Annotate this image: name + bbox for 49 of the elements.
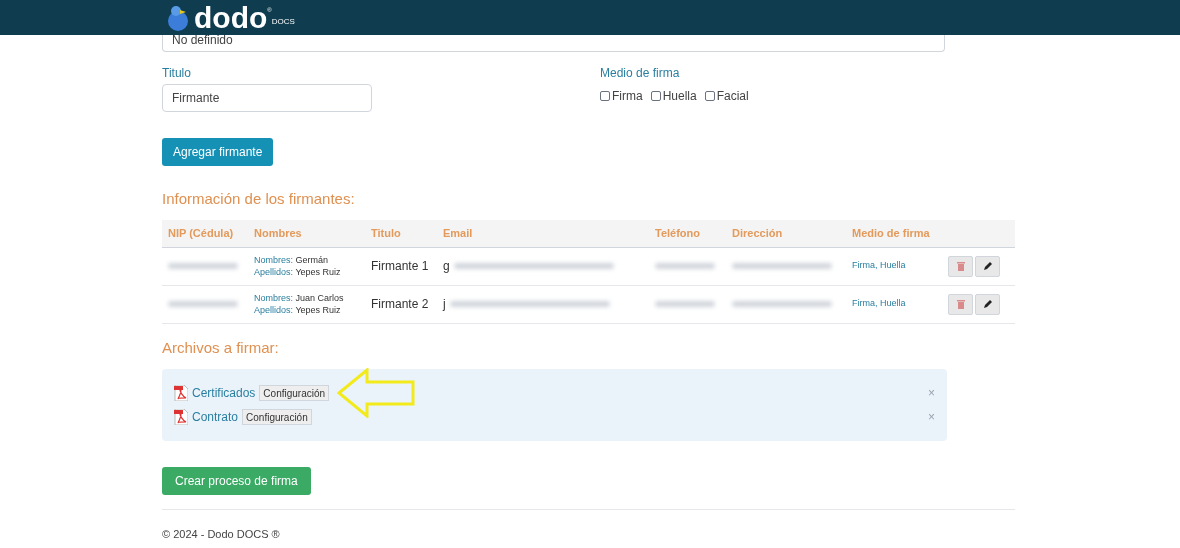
column-header: NIP (Cédula) <box>168 225 235 241</box>
checkbox[interactable] <box>650 91 661 101</box>
column-header: Dirección <box>732 225 784 241</box>
column-header: Medio de firma <box>852 225 931 241</box>
table-cell-text: j <box>443 296 446 313</box>
text-field[interactable]: No definido <box>162 35 945 52</box>
file-link[interactable]: Certificados <box>192 384 256 402</box>
first-name: Nombres: Germán <box>254 254 330 266</box>
logo-subtext: DOCS <box>271 16 295 28</box>
field-label: Titulo <box>162 65 192 82</box>
table-cell-text: Firma, Huella <box>852 297 907 311</box>
first-name: Nombres: Juan Carlos <box>254 292 345 304</box>
table-cell-text: Firmante 1 <box>371 258 430 275</box>
column-header: Teléfono <box>655 225 701 241</box>
trash-icon <box>956 299 965 309</box>
blurred-text <box>168 301 238 307</box>
table-cell-text: Firma, Huella <box>852 259 907 273</box>
column-header: Titulo <box>371 225 402 241</box>
pencil-icon <box>983 299 992 309</box>
checkbox-option[interactable]: Facial <box>704 87 749 105</box>
table-cell-text: g <box>443 258 450 275</box>
title-field[interactable]: Firmante <box>162 84 372 112</box>
checkbox-option[interactable]: Huella <box>650 87 697 105</box>
last-name: Apellidos: Yepes Ruiz <box>254 304 342 316</box>
trash-icon <box>956 261 965 271</box>
pdf-file-icon <box>174 409 188 425</box>
configuration-button[interactable]: Configuración <box>259 385 330 401</box>
footer-text: © 2024 - Dodo DOCS ® <box>162 527 281 542</box>
configuration-button[interactable]: Configuración <box>242 409 312 425</box>
table-cell-text: Firmante 2 <box>371 296 430 313</box>
logo-text: dodo <box>194 2 268 33</box>
blurred-text <box>655 263 715 269</box>
checkbox-option[interactable]: Firma <box>600 87 643 105</box>
add-signer-button[interactable]: Agregar firmante <box>162 138 274 166</box>
checkbox[interactable] <box>704 91 715 101</box>
section-heading: Información de los firmantes: <box>162 189 356 209</box>
checkbox[interactable] <box>600 91 610 101</box>
column-header: Nombres <box>254 225 303 241</box>
field-label: Medio de firma <box>600 65 681 82</box>
edit-button[interactable] <box>975 293 1000 315</box>
blurred-text <box>655 301 715 307</box>
blurred-text <box>168 263 238 269</box>
pdf-file-icon <box>174 385 188 401</box>
last-name: Apellidos: Yepes Ruiz <box>254 266 342 278</box>
file-link[interactable]: Contrato <box>192 408 239 426</box>
pencil-icon <box>983 261 992 271</box>
edit-button[interactable] <box>975 255 1000 277</box>
column-header: Email <box>443 225 474 241</box>
section-heading: Archivos a firmar: <box>162 337 280 358</box>
